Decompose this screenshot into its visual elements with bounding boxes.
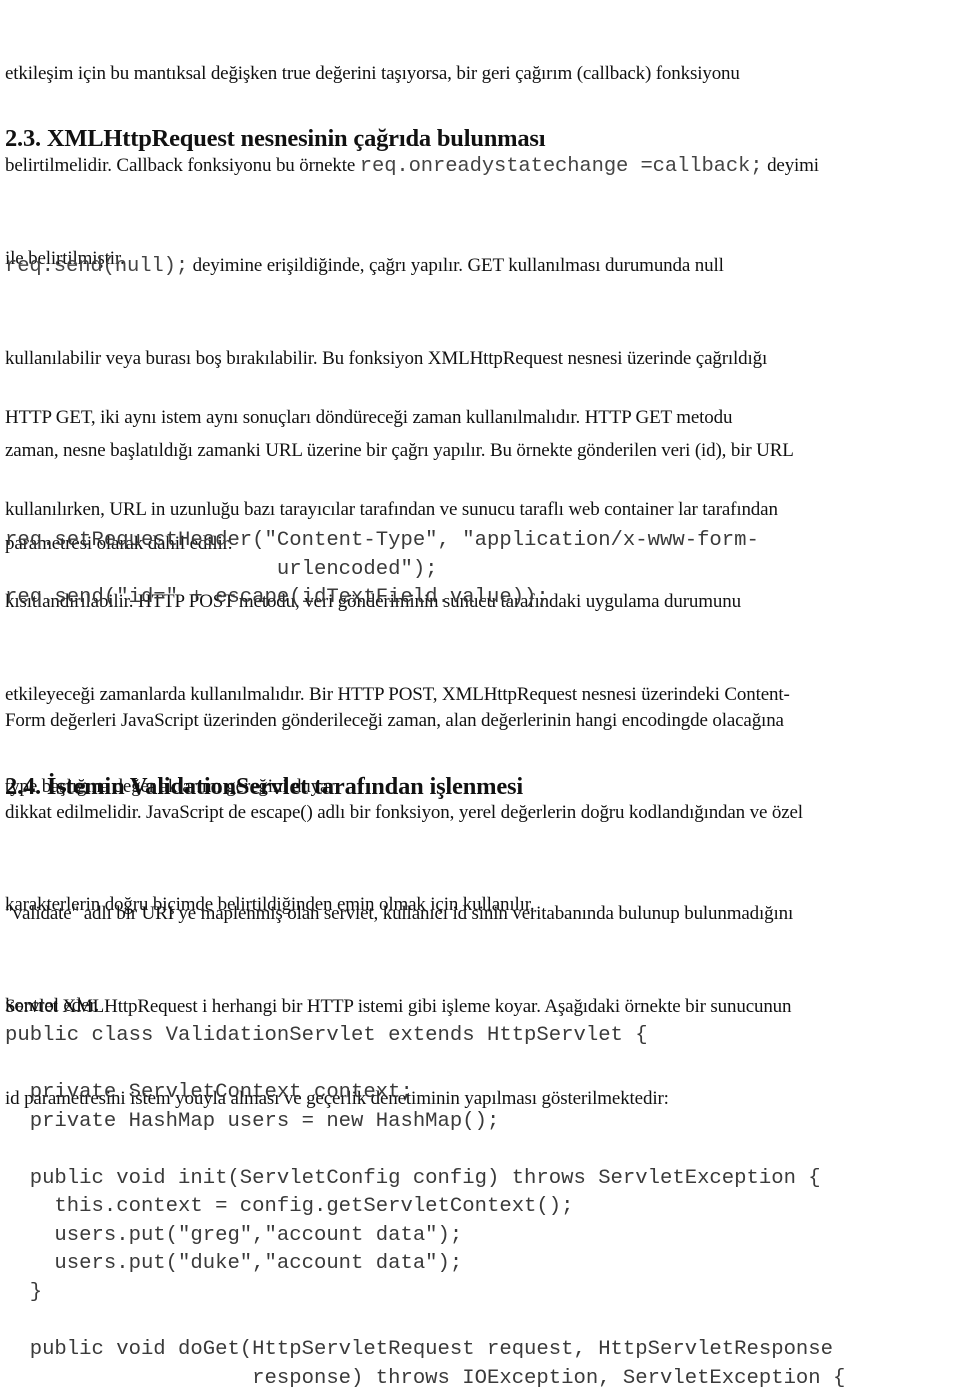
code-line: public void init(ServletConfig config) t… — [5, 1166, 821, 1190]
section-heading-2-3: 2.3. XMLHttpRequest nesnesinin çağrıda b… — [5, 125, 546, 152]
code-line: this.context = config.getServletContext(… — [5, 1195, 574, 1219]
paragraph-line: req.send(null); deyimine erişildiğinde, … — [5, 251, 955, 283]
code-line: users.put("greg","account data"); — [5, 1223, 463, 1247]
validation-servlet-code-block: public class ValidationServlet extends H… — [5, 1022, 845, 1393]
paragraph-line: Servlet XMLHttpRequest i herhangi bir HT… — [5, 995, 792, 1017]
code-line: req.send("id=" + escape(idTextField.valu… — [5, 586, 549, 610]
text-run: belirtilmelidir. Callback fonksiyonu bu … — [5, 154, 360, 176]
inline-code: req.onreadystatechange =callback; — [359, 154, 763, 178]
paragraph-line: Form değerleri JavaScript üzerinden gönd… — [5, 709, 784, 731]
code-line: private HashMap users = new HashMap(); — [5, 1109, 500, 1133]
paragraph-line: HTTP GET, iki aynı istem aynı sonuçları … — [5, 406, 733, 428]
code-line: public class ValidationServlet extends H… — [5, 1024, 648, 1047]
code-line: private ServletContext context; — [5, 1081, 413, 1105]
code-line: users.put("duke","account data"); — [5, 1252, 463, 1276]
section-heading-2-4: 2.4. İstemin ValidationServlet tarafında… — [5, 773, 523, 800]
text-run: deyimine erişildiğinde, çağrı yapılır. G… — [188, 254, 724, 276]
code-line: req.setRequestHeader("Content-Type", "ap… — [5, 529, 759, 552]
inline-code: req.send(null); — [5, 254, 189, 278]
code-line: } — [5, 1280, 43, 1304]
paragraph-line: "validate" adlı bir URI ye maplenmiş ola… — [5, 902, 794, 924]
paragraph-line: kullanılırken, URL in uzunluğu bazı tara… — [5, 498, 778, 520]
code-line: public void doGet(HttpServletRequest req… — [5, 1338, 834, 1362]
text-run: deyimi — [762, 154, 819, 176]
paragraph-line: belirtilmelidir. Callback fonksiyonu bu … — [5, 151, 955, 183]
paragraph-line: etkileşim için bu mantıksal değişken tru… — [5, 62, 740, 84]
request-header-code-block: req.setRequestHeader("Content-Type", "ap… — [5, 527, 759, 613]
code-line: urlencoded"); — [5, 557, 438, 581]
